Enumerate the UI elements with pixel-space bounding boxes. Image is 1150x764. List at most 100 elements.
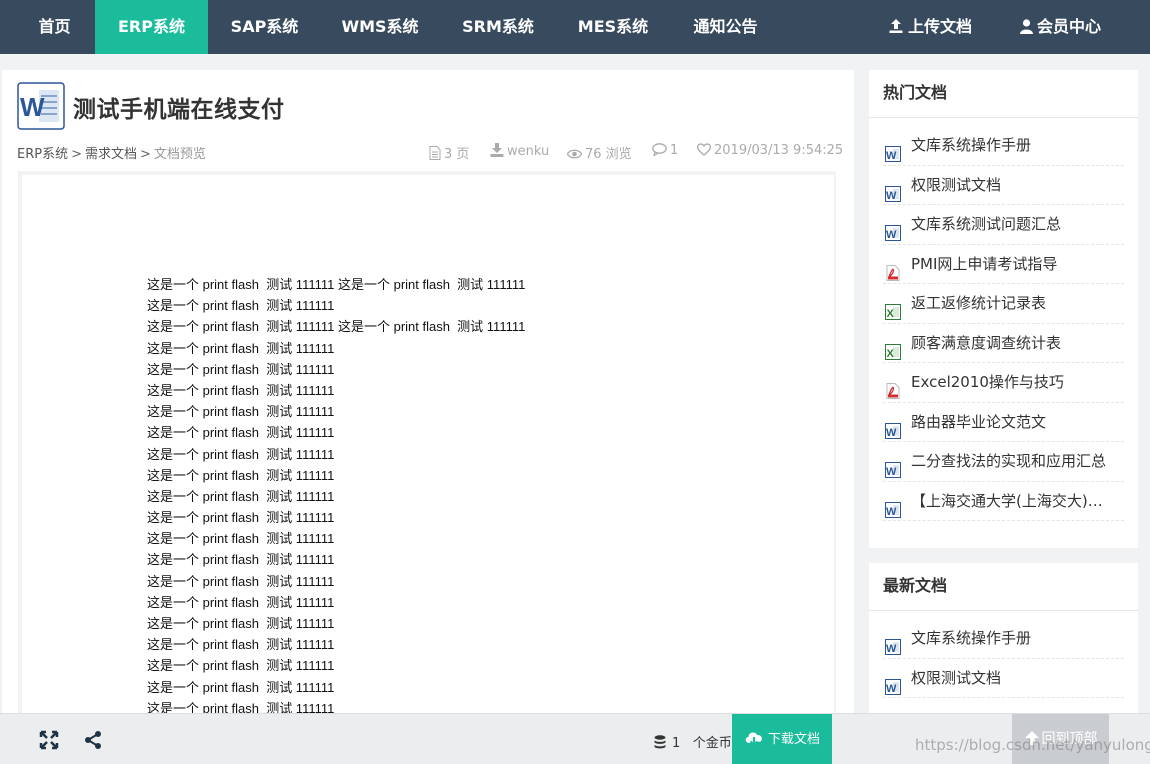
coin-value: 1 [672,736,681,751]
excel-icon: X [885,336,901,360]
list-item[interactable]: Excel2010操作与技巧 [883,363,1124,403]
list-item[interactable]: W 【上海交通大学(上海交大)… [883,482,1124,521]
upload-icon [889,19,903,33]
document-line: 这是一个 print flash 测试 111111 这是一个 print fl… [147,319,526,335]
document-line: 这是一个 print flash 测试 111111 [147,382,335,398]
list-item-label: PMI网上申请考试指导 [911,254,1058,273]
document-line: 这是一个 print flash 测试 111111 [147,679,335,695]
svg-text:X: X [887,308,895,320]
hot-documents-card: 热门文档 W 文库系统操作手册 W 权限测试文档 W 文库系统测试问题汇总 PMI网上申请考… [869,70,1138,548]
latest-documents-title: 最新文档 [869,563,1138,611]
nav-item-erp[interactable]: ERP系统 [95,0,208,54]
download-label: 下载文档 [767,732,820,747]
pdf-icon [885,375,901,399]
document-line: 这是一个 print flash 测试 111111 [147,425,335,441]
meta-author-value: wenku [507,144,550,159]
list-item[interactable]: W 二分查找法的实现和应用汇总 [883,442,1124,482]
upload-label: 上传文档 [908,17,973,36]
list-item-label: 文库系统操作手册 [911,629,1032,647]
word-doc-icon: W [17,82,65,130]
hot-documents-list: W 文库系统操作手册 W 权限测试文档 W 文库系统测试问题汇总 PMI网上申请考试指导 X 返… [869,118,1138,521]
document-line: 这是一个 print flash 测试 111111 [147,340,335,356]
list-item-label: 顾客满意度调查统计表 [911,333,1062,352]
comment-icon [652,143,667,157]
heart-icon [696,143,712,156]
page-icon [429,146,441,160]
document-line: 这是一个 print flash 测试 111111 [147,531,335,547]
document-line: 这是一个 print flash 测试 111111 [147,467,335,483]
svg-text:W: W [886,643,897,655]
word-icon: W [885,631,901,655]
breadcrumb-requirements[interactable]: 需求文档 [85,147,137,162]
breadcrumb-current: 文档预览 [153,147,206,162]
list-item[interactable]: W 路由器毕业论文范文 [883,403,1124,442]
word-icon: W [885,138,901,162]
word-icon: W [885,178,901,202]
svg-text:W: W [886,229,897,241]
document-line: 这是一个 print flash 测试 111111 [147,446,335,462]
back-to-top-label: 回到顶部 [1041,731,1098,747]
word-icon: W [885,415,901,439]
breadcrumb-separator: > [140,147,151,162]
document-panel: W 测试手机端在线支付 ERP系统 > 需求文档 > 文档预览 3 页 wenku 76… [2,70,854,731]
meta-pages: 3 页 [429,143,469,162]
list-item[interactable]: W 文库系统操作手册 [883,126,1124,166]
svg-text:X: X [887,348,895,360]
meta-date: 2019/03/13 9:54:25 [696,143,843,158]
excel-icon: X [885,296,901,320]
list-item-label: 返工返修统计记录表 [911,294,1047,312]
bottom-toolbar: 1 个金币 下载文档 回到顶部 https://blog.csdn.net/ya… [0,713,1150,764]
document-line: 这是一个 print flash 测试 111111 [147,361,335,377]
list-item[interactable]: W 文库系统操作手册 [883,619,1124,659]
list-item-label: 二分查找法的实现和应用汇总 [911,452,1107,470]
list-item[interactable]: X 顾客满意度调查统计表 [883,324,1124,363]
share-icon[interactable] [83,730,103,750]
word-icon: W [885,217,901,241]
list-item[interactable]: W 文库系统测试问题汇总 [883,205,1124,245]
download-icon [490,143,504,157]
latest-documents-list: W 文库系统操作手册 W 权限测试文档 [869,611,1138,698]
meta-views: 76 浏览 [566,143,632,162]
breadcrumb-separator: > [71,147,82,162]
nav-item-srm[interactable]: SRM系统 [439,0,557,54]
breadcrumb-erp[interactable]: ERP系统 [17,147,68,162]
document-line: 这是一个 print flash 测试 111111 [147,658,335,674]
nav-item-wms[interactable]: WMS系统 [321,0,439,54]
list-item-label: Excel2010操作与技巧 [911,373,1064,391]
list-item-label: 文库系统操作手册 [911,136,1032,154]
meta-comments-value: 1 [670,143,679,158]
nav-item-notice[interactable]: 通知公告 [669,0,782,54]
svg-text:W: W [886,150,897,162]
document-line: 这是一个 print flash 测试 111111 这是一个 print fl… [147,277,526,292]
document-line: 这是一个 print flash 测试 111111 [147,552,335,568]
meta-author: wenku [490,143,549,159]
eye-icon [566,149,583,159]
list-item[interactable]: PMI网上申请考试指导 [883,245,1124,284]
back-to-top-button[interactable]: 回到顶部 [1012,714,1109,764]
meta-pages-value: 3 页 [444,147,470,162]
svg-text:W: W [886,506,897,518]
meta-comments: 1 [652,143,678,158]
list-item-label: 路由器毕业论文范文 [911,412,1047,431]
fullscreen-icon[interactable] [39,730,59,750]
svg-text:W: W [886,190,897,202]
nav-item-home[interactable]: 首页 [0,0,109,54]
document-line: 这是一个 print flash 测试 111111 [147,637,335,653]
document-viewer[interactable]: 这是一个 print flash 测试 111111 这是一个 print fl… [18,171,836,731]
list-item[interactable]: W 权限测试文档 [883,166,1124,205]
word-icon: W [885,671,901,695]
nav-item-sap[interactable]: SAP系统 [208,0,321,54]
list-item[interactable]: X 返工返修统计记录表 [883,284,1124,324]
pdf-icon [885,257,901,281]
list-item[interactable]: W 权限测试文档 [883,659,1124,698]
nav-item-mes[interactable]: MES系统 [557,0,669,54]
member-center-button[interactable]: 会员中心 [1020,0,1101,54]
svg-text:W: W [886,466,897,478]
hot-documents-title: 热门文档 [869,70,1138,118]
document-line: 这是一个 print flash 测试 111111 [147,573,335,589]
upload-button[interactable]: 上传文档 [888,0,972,54]
document-line: 这是一个 print flash 测试 111111 [147,616,335,631]
download-document-button[interactable]: 下载文档 [732,714,832,764]
document-line: 这是一个 print flash 测试 111111 [147,298,335,314]
svg-text:W: W [886,683,897,695]
